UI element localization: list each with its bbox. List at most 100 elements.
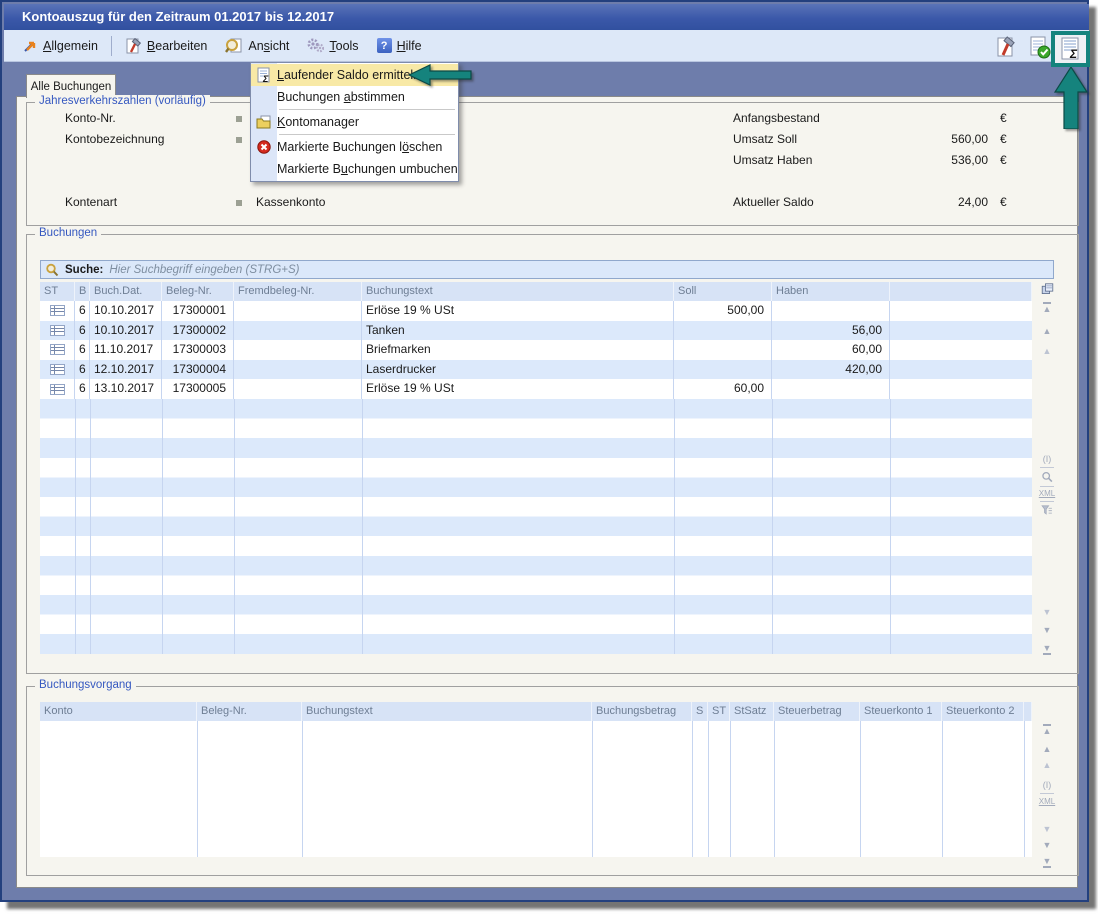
booking-detail-icon[interactable]	[50, 364, 65, 375]
cell-beleg: 17300004	[162, 360, 234, 380]
window-title: Kontoauszug für den Zeitraum 01.2017 bis…	[22, 9, 334, 24]
cell-soll	[674, 321, 772, 341]
menu-item-buchungen-abstimmen[interactable]: Buchungen abstimmen	[251, 86, 458, 108]
cell-haben	[772, 379, 890, 399]
menu-ansicht[interactable]: Ansicht	[216, 34, 298, 58]
menu-item-markierte-buchungen-umbuchen[interactable]: Markierte Buchungen umbuchen	[251, 158, 458, 180]
cell-fremdbeleg	[234, 301, 362, 321]
cell-date: 10.10.2017	[90, 321, 162, 341]
column-header-beleg[interactable]: Beleg-Nr.	[162, 282, 234, 301]
table-row[interactable]: 6 13.10.2017 17300005 Erlöse 19 % USt 60…	[40, 379, 1032, 399]
booking-detail-icon[interactable]	[50, 325, 65, 336]
column-header-soll[interactable]: Soll	[674, 282, 772, 301]
scroll-last-button[interactable]: ▼	[1043, 643, 1052, 655]
menu-label: Ansicht	[248, 39, 289, 53]
column-header-steuerbetrag[interactable]: Steuerbetrag	[774, 702, 860, 721]
booking-detail-icon[interactable]	[50, 384, 65, 395]
booking-detail-icon[interactable]	[50, 344, 65, 355]
search-label: Suche:	[65, 264, 103, 276]
column-header-fremdbeleg[interactable]: Fremdbeleg-Nr.	[234, 282, 362, 301]
table-row[interactable]: 6 12.10.2017 17300004 Laserdrucker 420,0…	[40, 360, 1032, 380]
table-row[interactable]: 6 11.10.2017 17300003 Briefmarken 60,00	[40, 340, 1032, 360]
menu-allgemein[interactable]: Allgemein	[14, 34, 107, 58]
filter-icon[interactable]	[1040, 505, 1054, 515]
column-header-buchungstext[interactable]: Buchungstext	[302, 702, 592, 721]
tab-label: Alle Buchungen	[31, 81, 112, 93]
menu-item-kontomanager[interactable]: Kontomanager	[251, 111, 458, 133]
column-header-beleg[interactable]: Beleg-Nr.	[197, 702, 302, 721]
search-bar[interactable]: Suche: Hier Suchbegriff eingeben (STRG+S…	[40, 260, 1054, 279]
check-document-toolbar-button[interactable]	[1028, 36, 1051, 59]
cell-fremdbeleg	[234, 360, 362, 380]
menu-bearbeiten[interactable]: Bearbeiten	[116, 34, 216, 58]
column-header-filler	[890, 282, 1032, 301]
scroll-up-button[interactable]: ▲	[1043, 760, 1052, 770]
column-header-konto[interactable]: Konto	[40, 702, 197, 721]
edit-hammer-toolbar-button[interactable]	[995, 36, 1017, 58]
column-header-st[interactable]: ST	[40, 282, 75, 301]
table-row[interactable]: 6 10.10.2017 17300002 Tanken 56,00	[40, 321, 1032, 341]
scroll-page-down-button[interactable]: ▼	[1043, 840, 1052, 850]
xml-button[interactable]: XML	[1039, 489, 1055, 498]
svg-text:Σ: Σ	[262, 74, 269, 84]
field-value: Kassenkonto	[256, 195, 325, 209]
column-header-b[interactable]: B	[75, 282, 90, 301]
column-chooser-icon[interactable]	[1040, 283, 1055, 294]
buchungsvorgang-table-body	[40, 721, 1032, 857]
menubar: Allgemein Bearbeiten Ansicht	[4, 30, 1089, 62]
field-amount: 536,00	[858, 153, 988, 167]
scroll-up-button[interactable]: ▲	[1043, 346, 1052, 356]
arrow-up-right-icon	[23, 38, 38, 53]
column-header-stsatz[interactable]: StSatz	[730, 702, 774, 721]
annotation-arrow-up	[1054, 67, 1088, 129]
menu-item-label: Buchungen abstimmen	[277, 90, 405, 104]
menu-tools[interactable]: Tools	[298, 34, 367, 58]
cell-b: 6	[75, 379, 90, 399]
field-label: Umsatz Soll	[733, 132, 797, 146]
column-header-buchungsbetrag[interactable]: Buchungsbetrag	[592, 702, 692, 721]
column-header-date[interactable]: Buch.Dat.	[90, 282, 162, 301]
app-window: Kontoauszug für den Zeitraum 01.2017 bis…	[0, 0, 1089, 902]
cell-buchungstext: Erlöse 19 % USt	[362, 379, 674, 399]
buchungsvorgang-table-header: Konto Beleg-Nr. Buchungstext Buchungsbet…	[40, 702, 1032, 721]
running-balance-toolbar-button[interactable]: Σ	[1060, 37, 1082, 61]
column-header-steuerkonto1[interactable]: Steuerkonto 1	[860, 702, 942, 721]
column-header-filler	[1024, 702, 1032, 721]
menu-item-markierte-buchungen-loeschen[interactable]: Markierte Buchungen löschen	[251, 136, 458, 158]
menubar-separator	[111, 36, 112, 56]
field-label: Aktueller Saldo	[733, 195, 814, 209]
column-header-steuerkonto2[interactable]: Steuerkonto 2	[942, 702, 1024, 721]
table-row[interactable]: 6 10.10.2017 17300001 Erlöse 19 % USt 50…	[40, 301, 1032, 321]
scroll-first-button[interactable]: ▲	[1043, 302, 1052, 314]
search-placeholder: Hier Suchbegriff eingeben (STRG+S)	[109, 264, 299, 276]
scroll-first-button[interactable]: ▲	[1043, 724, 1052, 736]
booking-detail-icon[interactable]	[50, 305, 65, 316]
scroll-down-button[interactable]: ▼	[1043, 824, 1052, 834]
annotation-arrow-left	[409, 64, 472, 86]
column-header-buchungstext[interactable]: Buchungstext	[362, 282, 674, 301]
cell-beleg: 17300002	[162, 321, 234, 341]
cell-haben: 420,00	[772, 360, 890, 380]
scroll-page-up-button[interactable]: ▲	[1043, 326, 1052, 336]
scroll-page-down-button[interactable]: ▼	[1043, 625, 1052, 635]
column-header-haben[interactable]: Haben	[772, 282, 890, 301]
menu-label: Bearbeiten	[147, 39, 207, 53]
cell-filler	[890, 301, 1032, 321]
folder-page-icon	[256, 115, 272, 130]
scroll-down-button[interactable]: ▼	[1043, 607, 1052, 617]
info-button[interactable]: (I)	[1043, 780, 1052, 790]
scroll-last-button[interactable]: ▼	[1043, 856, 1052, 868]
zoom-button[interactable]	[1040, 471, 1054, 482]
magnifier-page-icon	[225, 38, 243, 54]
column-header-st[interactable]: ST	[708, 702, 730, 721]
menu-hilfe[interactable]: ? Hilfe	[368, 34, 431, 58]
xml-button[interactable]: XML	[1039, 797, 1055, 806]
scroll-page-up-button[interactable]: ▲	[1043, 744, 1052, 754]
cell-buchungstext: Laserdrucker	[362, 360, 674, 380]
column-header-s[interactable]: S	[692, 702, 708, 721]
info-button[interactable]: (I)	[1043, 454, 1052, 464]
cell-soll	[674, 360, 772, 380]
bullet-icon	[236, 116, 242, 122]
cell-haben: 60,00	[772, 340, 890, 360]
field-amount: 24,00	[858, 195, 988, 209]
